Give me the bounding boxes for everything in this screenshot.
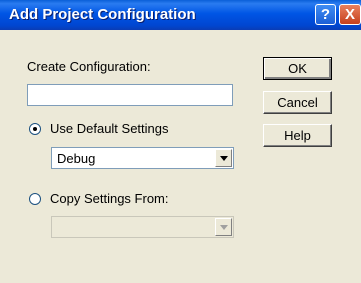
close-icon: X: [344, 6, 355, 23]
ok-button[interactable]: OK: [263, 57, 332, 80]
default-settings-dropdown[interactable]: Debug: [51, 147, 234, 169]
dropdown-arrow-icon[interactable]: [215, 149, 232, 167]
window-title: Add Project Configuration: [9, 6, 196, 23]
use-default-radio[interactable]: [29, 123, 41, 135]
create-configuration-label: Create Configuration:: [27, 59, 151, 74]
use-default-label[interactable]: Use Default Settings: [50, 121, 169, 136]
title-bar[interactable]: Add Project Configuration ? X: [0, 0, 361, 30]
help-title-button[interactable]: ?: [315, 4, 336, 25]
close-button[interactable]: X: [339, 4, 361, 25]
radio-selected-dot: [33, 127, 37, 131]
cancel-button[interactable]: Cancel: [263, 91, 332, 114]
copy-settings-dropdown[interactable]: [51, 216, 234, 238]
help-button[interactable]: Help: [263, 124, 332, 147]
dropdown-arrow-icon[interactable]: [215, 218, 232, 236]
question-mark-icon: ?: [320, 6, 331, 23]
copy-settings-radio[interactable]: [29, 193, 41, 205]
default-settings-value: Debug: [57, 151, 96, 166]
create-configuration-input[interactable]: [27, 84, 233, 106]
copy-settings-label[interactable]: Copy Settings From:: [50, 191, 169, 206]
